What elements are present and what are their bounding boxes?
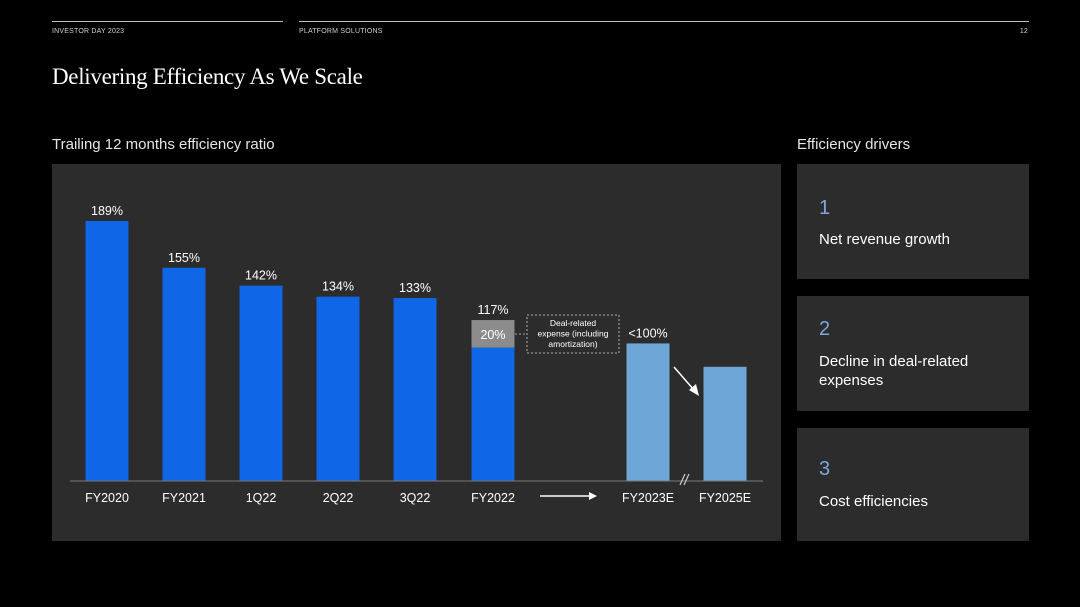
header-section-label: PLATFORM SOLUTIONS — [299, 28, 383, 35]
tick-label-1q22: 1Q22 — [246, 491, 277, 505]
driver-card-1: 1 Net revenue growth — [797, 164, 1029, 279]
bar-3q22 — [393, 298, 437, 481]
bar-fy2020 — [85, 221, 129, 481]
page-number: 12 — [1019, 28, 1028, 35]
driver-number: 2 — [819, 318, 831, 340]
header-rule-left — [52, 21, 283, 22]
header-rule-right — [299, 21, 1029, 22]
data-label-fy2022: 117% — [477, 303, 508, 317]
bar-fy2022 — [471, 347, 515, 481]
driver-text: Cost efficiencies — [819, 493, 928, 510]
drivers-section-label: Efficiency drivers — [797, 136, 911, 153]
tick-label-fy2021: FY2021 — [162, 491, 206, 505]
bar-2q22 — [316, 296, 360, 481]
tick-label-fy2023e: FY2023E — [622, 491, 674, 505]
header-event-label: INVESTOR DAY 2023 — [52, 28, 125, 35]
data-label-fy2021: 155% — [168, 251, 200, 265]
tick-label-2q22: 2Q22 — [323, 491, 354, 505]
driver-card-3: 3 Cost efficiencies — [797, 428, 1029, 541]
bar-1q22 — [239, 285, 283, 481]
bar-fy2025e — [703, 366, 747, 481]
efficiency-ratio-chart: 189% FY2020 155% FY2021 142% 1Q22 134% 2Q22 133%… — [70, 204, 763, 505]
page-title: Delivering Efficiency As We Scale — [52, 64, 363, 89]
bar-fy2023e — [626, 343, 670, 481]
tick-label-3q22: 3Q22 — [400, 491, 431, 505]
driver-number: 1 — [819, 197, 831, 219]
driver-number: 3 — [819, 458, 831, 480]
bar-fy2021 — [162, 267, 206, 481]
data-label-fy2020: 189% — [91, 204, 123, 218]
chart-section-label: Trailing 12 months efficiency ratio — [52, 136, 275, 153]
data-label-2q22: 134% — [322, 280, 354, 294]
tick-label-fy2025e: FY2025E — [699, 491, 751, 505]
data-label-3q22: 133% — [399, 281, 431, 295]
driver-card-2: 2 Decline in deal-related expenses — [797, 296, 1029, 411]
driver-text: Net revenue growth — [819, 231, 950, 248]
tick-label-fy2022: FY2022 — [471, 491, 515, 505]
driver-text: Decline in deal-related expenses — [819, 353, 969, 389]
data-label-fy2023e: <100% — [628, 326, 667, 340]
segment-label: 20% — [480, 328, 505, 342]
chart-panel: 189% FY2020 155% FY2021 142% 1Q22 134% 2Q22 133%… — [52, 164, 781, 541]
annotation-text: Deal-related expense (including amortizati… — [538, 318, 609, 349]
forward-arrow-head — [589, 492, 597, 500]
trend-arrow-line — [673, 366, 695, 391]
tick-label-fy2020: FY2020 — [85, 491, 129, 505]
data-label-1q22: 142% — [245, 269, 277, 283]
